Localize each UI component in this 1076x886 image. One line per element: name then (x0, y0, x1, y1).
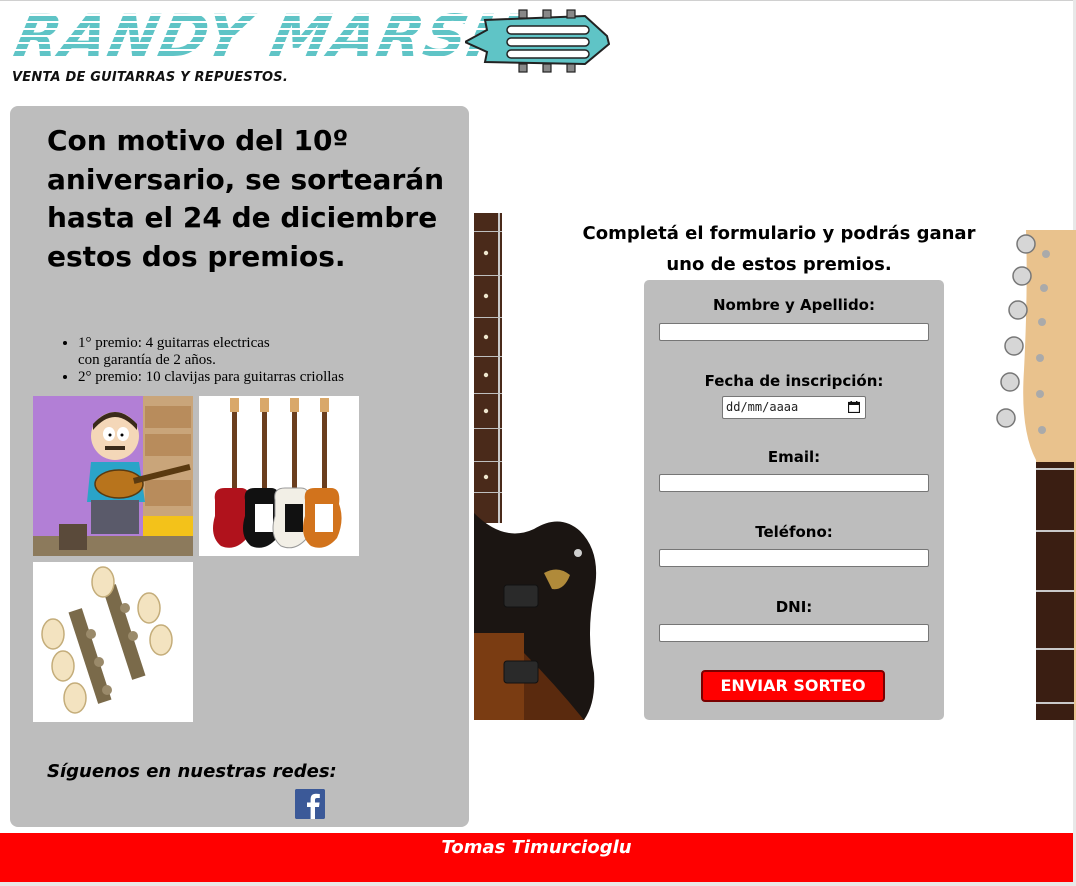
promo-title: Con motivo del 10º aniversario, se sorte… (47, 124, 445, 273)
logo-text: RANDY MARSH (8, 2, 527, 70)
calendar-icon[interactable] (848, 401, 860, 413)
brand-logo[interactable]: RANDY MARSH VENTA DE GUITARRAS Y REPUEST… (8, 2, 610, 92)
dni-label: DNI: (775, 598, 813, 616)
prize-2-text: 2° premio: 10 clavijas para guitarras cr… (78, 369, 344, 385)
guitar-headstock-image (996, 230, 1076, 720)
prize-1-text: 1° premio: 4 guitarras electricas (78, 335, 270, 351)
phone-input[interactable] (659, 549, 929, 567)
prize-list: 1° premio: 4 guitarras electricas con ga… (63, 335, 408, 386)
social-title: Síguenos en nuestras redes: (47, 761, 337, 782)
email-label: Email: (767, 448, 821, 466)
four-electric-guitars-image (199, 396, 359, 556)
raffle-form: Nombre y Apellido: Fecha de inscripción:… (644, 280, 944, 720)
name-label: Nombre y Apellido: (712, 296, 875, 314)
guitar-body-image (474, 213, 602, 720)
logo-tagline: VENTA DE GUITARRAS Y REPUESTOS. (12, 70, 288, 85)
facebook-icon[interactable] (295, 789, 325, 819)
date-input[interactable]: dd/mm/aaaa (722, 396, 866, 419)
prize-item-1: 1° premio: 4 guitarras electricas con ga… (78, 335, 408, 369)
prize-1-detail: con garantía de 2 años. (78, 352, 216, 368)
date-placeholder: dd/mm/aaaa (726, 400, 799, 414)
footer-author: Tomas Timurcioglu (441, 837, 632, 858)
guitar-headstock-icon (465, 9, 610, 73)
phone-label: Teléfono: (755, 523, 833, 541)
top-border (0, 0, 1076, 1)
form-heading-line-2: uno de estos premios. (666, 254, 892, 275)
bottom-border (0, 882, 1076, 886)
submit-button[interactable]: ENVIAR SORTEO (701, 670, 885, 702)
form-heading: Completá el formulario y podrás ganar un… (575, 218, 983, 280)
randy-marsh-guitar-image (33, 396, 193, 556)
classical-tuning-pegs-image (33, 562, 193, 722)
name-input[interactable] (659, 323, 929, 341)
prize-item-2: 2° premio: 10 clavijas para guitarras cr… (78, 369, 408, 386)
promo-panel: Con motivo del 10º aniversario, se sorte… (10, 106, 469, 827)
footer: Tomas Timurcioglu (0, 833, 1073, 882)
date-label: Fecha de inscripción: (704, 372, 884, 390)
form-heading-line-1: Completá el formulario y podrás ganar (582, 223, 976, 244)
email-input[interactable] (659, 474, 929, 492)
dni-input[interactable] (659, 624, 929, 642)
